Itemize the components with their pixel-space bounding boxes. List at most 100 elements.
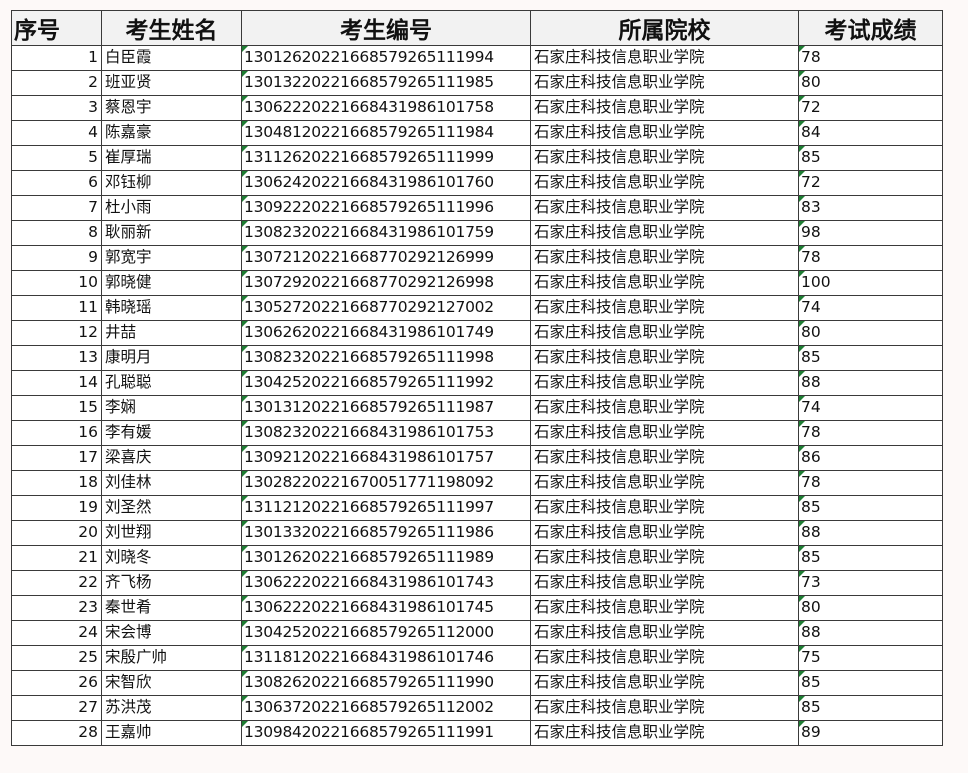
cell-seq[interactable]: 10 bbox=[11, 270, 102, 296]
cell-student-name[interactable]: 李有媛 bbox=[101, 420, 242, 446]
cell-score[interactable]: 78 bbox=[798, 420, 943, 446]
cell-score[interactable]: 88 bbox=[798, 370, 943, 396]
cell-exam-id[interactable]: 13042520221668579265111992 bbox=[241, 370, 531, 396]
cell-school[interactable]: 石家庄科技信息职业学院 bbox=[530, 245, 799, 271]
cell-seq[interactable]: 8 bbox=[11, 220, 102, 246]
cell-student-name[interactable]: 孔聪聪 bbox=[101, 370, 242, 396]
cell-score[interactable]: 98 bbox=[798, 220, 943, 246]
cell-school[interactable]: 石家庄科技信息职业学院 bbox=[530, 320, 799, 346]
cell-exam-id[interactable]: 13072920221668770292126998 bbox=[241, 270, 531, 296]
cell-school[interactable]: 石家庄科技信息职业学院 bbox=[530, 570, 799, 596]
cell-exam-id[interactable]: 13062220221668431986101743 bbox=[241, 570, 531, 596]
cell-seq[interactable]: 13 bbox=[11, 345, 102, 371]
cell-school[interactable]: 石家庄科技信息职业学院 bbox=[530, 395, 799, 421]
cell-exam-id[interactable]: 13062220221668431986101745 bbox=[241, 595, 531, 621]
cell-seq[interactable]: 23 bbox=[11, 595, 102, 621]
cell-seq[interactable]: 6 bbox=[11, 170, 102, 196]
cell-exam-id[interactable]: 13082320221668579265111998 bbox=[241, 345, 531, 371]
cell-seq[interactable]: 27 bbox=[11, 695, 102, 721]
cell-school[interactable]: 石家庄科技信息职业学院 bbox=[530, 295, 799, 321]
header-score[interactable]: 考试成绩 bbox=[798, 10, 943, 46]
cell-school[interactable]: 石家庄科技信息职业学院 bbox=[530, 520, 799, 546]
cell-school[interactable]: 石家庄科技信息职业学院 bbox=[530, 645, 799, 671]
cell-score[interactable]: 72 bbox=[798, 95, 943, 121]
cell-score[interactable]: 73 bbox=[798, 570, 943, 596]
cell-seq[interactable]: 25 bbox=[11, 645, 102, 671]
cell-student-name[interactable]: 刘世翔 bbox=[101, 520, 242, 546]
cell-score[interactable]: 85 bbox=[798, 545, 943, 571]
cell-seq[interactable]: 7 bbox=[11, 195, 102, 221]
cell-exam-id[interactable]: 13013320221668579265111986 bbox=[241, 520, 531, 546]
cell-student-name[interactable]: 白臣霞 bbox=[101, 45, 242, 71]
cell-school[interactable]: 石家庄科技信息职业学院 bbox=[530, 170, 799, 196]
cell-seq[interactable]: 28 bbox=[11, 720, 102, 746]
cell-student-name[interactable]: 刘晓冬 bbox=[101, 545, 242, 571]
cell-school[interactable]: 石家庄科技信息职业学院 bbox=[530, 270, 799, 296]
cell-seq[interactable]: 14 bbox=[11, 370, 102, 396]
cell-student-name[interactable]: 秦世肴 bbox=[101, 595, 242, 621]
cell-student-name[interactable]: 班亚贤 bbox=[101, 70, 242, 96]
header-school[interactable]: 所属院校 bbox=[530, 10, 799, 46]
cell-seq[interactable]: 24 bbox=[11, 620, 102, 646]
cell-student-name[interactable]: 崔厚瑞 bbox=[101, 145, 242, 171]
cell-seq[interactable]: 1 bbox=[11, 45, 102, 71]
cell-score[interactable]: 85 bbox=[798, 345, 943, 371]
cell-score[interactable]: 85 bbox=[798, 145, 943, 171]
header-seq[interactable]: 序号 bbox=[11, 10, 102, 46]
cell-score[interactable]: 89 bbox=[798, 720, 943, 746]
header-exam-id[interactable]: 考生编号 bbox=[241, 10, 531, 46]
cell-seq[interactable]: 12 bbox=[11, 320, 102, 346]
cell-student-name[interactable]: 井喆 bbox=[101, 320, 242, 346]
cell-student-name[interactable]: 陈嘉豪 bbox=[101, 120, 242, 146]
cell-student-name[interactable]: 宋殷广帅 bbox=[101, 645, 242, 671]
cell-exam-id[interactable]: 13013220221668579265111985 bbox=[241, 70, 531, 96]
cell-student-name[interactable]: 梁喜庆 bbox=[101, 445, 242, 471]
cell-student-name[interactable]: 李娴 bbox=[101, 395, 242, 421]
cell-seq[interactable]: 16 bbox=[11, 420, 102, 446]
cell-score[interactable]: 85 bbox=[798, 495, 943, 521]
cell-score[interactable]: 84 bbox=[798, 120, 943, 146]
cell-school[interactable]: 石家庄科技信息职业学院 bbox=[530, 70, 799, 96]
cell-school[interactable]: 石家庄科技信息职业学院 bbox=[530, 470, 799, 496]
cell-exam-id[interactable]: 13062620221668431986101749 bbox=[241, 320, 531, 346]
cell-score[interactable]: 80 bbox=[798, 320, 943, 346]
cell-seq[interactable]: 9 bbox=[11, 245, 102, 271]
cell-score[interactable]: 85 bbox=[798, 670, 943, 696]
cell-school[interactable]: 石家庄科技信息职业学院 bbox=[530, 45, 799, 71]
cell-seq[interactable]: 2 bbox=[11, 70, 102, 96]
cell-school[interactable]: 石家庄科技信息职业学院 bbox=[530, 620, 799, 646]
cell-school[interactable]: 石家庄科技信息职业学院 bbox=[530, 95, 799, 121]
cell-school[interactable]: 石家庄科技信息职业学院 bbox=[530, 595, 799, 621]
cell-exam-id[interactable]: 13092220221668579265111996 bbox=[241, 195, 531, 221]
cell-exam-id[interactable]: 13062220221668431986101758 bbox=[241, 95, 531, 121]
cell-student-name[interactable]: 苏洪茂 bbox=[101, 695, 242, 721]
cell-score[interactable]: 88 bbox=[798, 520, 943, 546]
cell-score[interactable]: 80 bbox=[798, 595, 943, 621]
cell-seq[interactable]: 5 bbox=[11, 145, 102, 171]
cell-seq[interactable]: 17 bbox=[11, 445, 102, 471]
cell-exam-id[interactable]: 13112120221668579265111997 bbox=[241, 495, 531, 521]
cell-score[interactable]: 83 bbox=[798, 195, 943, 221]
cell-school[interactable]: 石家庄科技信息职业学院 bbox=[530, 445, 799, 471]
cell-student-name[interactable]: 刘圣然 bbox=[101, 495, 242, 521]
cell-school[interactable]: 石家庄科技信息职业学院 bbox=[530, 145, 799, 171]
header-name[interactable]: 考生姓名 bbox=[101, 10, 242, 46]
cell-exam-id[interactable]: 13013120221668579265111987 bbox=[241, 395, 531, 421]
cell-student-name[interactable]: 蔡恩宇 bbox=[101, 95, 242, 121]
cell-student-name[interactable]: 韩晓瑶 bbox=[101, 295, 242, 321]
cell-seq[interactable]: 4 bbox=[11, 120, 102, 146]
cell-score[interactable]: 74 bbox=[798, 395, 943, 421]
cell-seq[interactable]: 20 bbox=[11, 520, 102, 546]
cell-exam-id[interactable]: 13012620221668579265111994 bbox=[241, 45, 531, 71]
cell-school[interactable]: 石家庄科技信息职业学院 bbox=[530, 495, 799, 521]
cell-exam-id[interactable]: 13052720221668770292127002 bbox=[241, 295, 531, 321]
cell-student-name[interactable]: 杜小雨 bbox=[101, 195, 242, 221]
cell-score[interactable]: 74 bbox=[798, 295, 943, 321]
cell-school[interactable]: 石家庄科技信息职业学院 bbox=[530, 370, 799, 396]
cell-student-name[interactable]: 齐飞杨 bbox=[101, 570, 242, 596]
cell-score[interactable]: 75 bbox=[798, 645, 943, 671]
cell-exam-id[interactable]: 13048120221668579265111984 bbox=[241, 120, 531, 146]
cell-student-name[interactable]: 郭晓健 bbox=[101, 270, 242, 296]
cell-score[interactable]: 72 bbox=[798, 170, 943, 196]
cell-school[interactable]: 石家庄科技信息职业学院 bbox=[530, 695, 799, 721]
